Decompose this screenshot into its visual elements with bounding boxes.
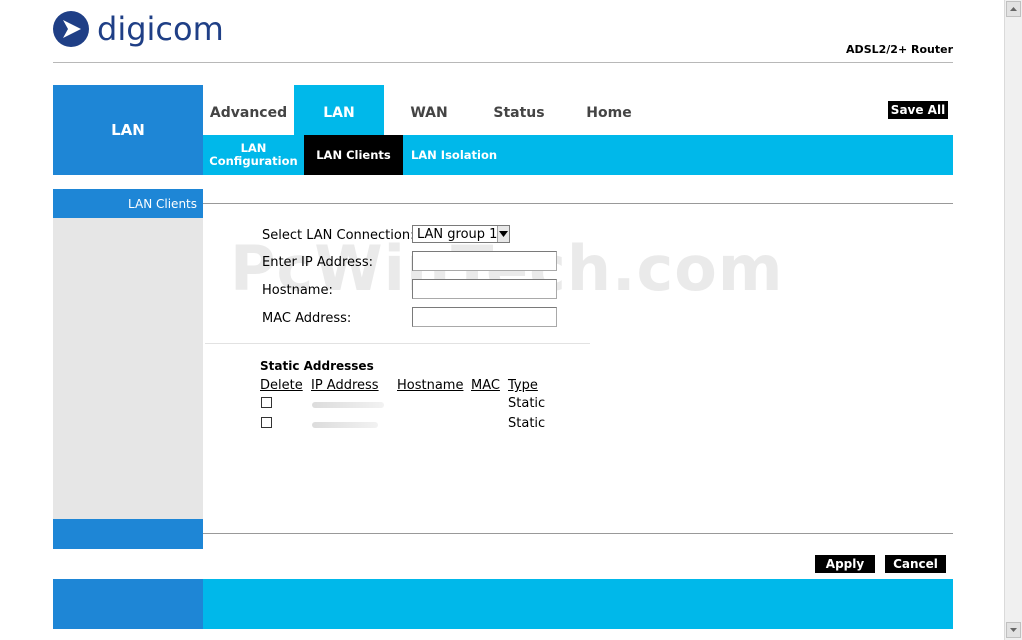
- select-lan-connection-label: Select LAN Connection:: [262, 228, 415, 243]
- column-ip-address[interactable]: IP Address: [311, 378, 379, 393]
- footer-left-bar: [53, 579, 203, 629]
- column-type[interactable]: Type: [508, 378, 538, 393]
- hostname-label: Hostname:: [262, 283, 333, 298]
- tab-status[interactable]: Status: [474, 85, 564, 135]
- save-all-button[interactable]: Save All: [888, 101, 948, 119]
- content-bottom-divider: [203, 533, 953, 534]
- sidebar-footer: [53, 519, 203, 549]
- section-title: LAN: [53, 85, 203, 175]
- brand-name: digicom: [97, 10, 224, 48]
- mac-address-input[interactable]: [412, 307, 557, 327]
- product-name: ADSL2/2+ Router: [846, 43, 953, 56]
- delete-checkbox[interactable]: [261, 417, 272, 428]
- lan-connection-select[interactable]: LAN group 1: [412, 225, 510, 243]
- tab-advanced[interactable]: Advanced: [203, 85, 294, 135]
- footer-right-bar: [203, 579, 953, 629]
- column-delete[interactable]: Delete: [260, 378, 303, 393]
- lan-connection-value: LAN group 1: [417, 226, 498, 242]
- cancel-button[interactable]: Cancel: [885, 555, 946, 573]
- column-hostname[interactable]: Hostname: [397, 378, 463, 393]
- triangle-down-icon[interactable]: [497, 226, 509, 242]
- sidebar-body: [53, 218, 203, 519]
- ip-address-label: Enter IP Address:: [262, 255, 373, 270]
- subtab-lan-clients[interactable]: LAN Clients: [304, 135, 403, 175]
- apply-button[interactable]: Apply: [815, 555, 875, 573]
- tab-home[interactable]: Home: [564, 85, 654, 135]
- subtab-lan-isolation[interactable]: LAN Isolation: [403, 135, 505, 175]
- mac-address-label: MAC Address:: [262, 311, 352, 326]
- sub-tabs: LAN Configuration LAN Clients LAN Isolat…: [203, 135, 953, 175]
- brand-logo: digicom: [53, 9, 224, 49]
- content-top-divider: [203, 203, 953, 204]
- digicom-logo-icon: [53, 11, 89, 47]
- header-divider: [53, 62, 953, 63]
- ip-address-input[interactable]: [412, 251, 557, 271]
- vertical-scrollbar[interactable]: [1004, 0, 1022, 640]
- tab-lan[interactable]: LAN: [294, 85, 384, 135]
- form-divider: [205, 343, 590, 344]
- hostname-input[interactable]: [412, 279, 557, 299]
- static-addresses-title: Static Addresses: [260, 359, 374, 373]
- scroll-down-icon[interactable]: [1006, 622, 1021, 638]
- row-type: Static: [508, 416, 546, 431]
- subtab-lan-configuration[interactable]: LAN Configuration: [203, 135, 304, 175]
- sidebar-heading: LAN Clients: [53, 189, 203, 218]
- tab-wan[interactable]: WAN: [384, 85, 474, 135]
- ip-address-redacted: [312, 402, 384, 408]
- main-tabs: Advanced LAN WAN Status Home: [203, 85, 953, 135]
- scroll-up-icon[interactable]: [1006, 1, 1021, 17]
- row-type: Static: [508, 396, 546, 411]
- ip-address-redacted: [312, 422, 378, 428]
- delete-checkbox[interactable]: [261, 397, 272, 408]
- column-mac[interactable]: MAC: [471, 378, 500, 393]
